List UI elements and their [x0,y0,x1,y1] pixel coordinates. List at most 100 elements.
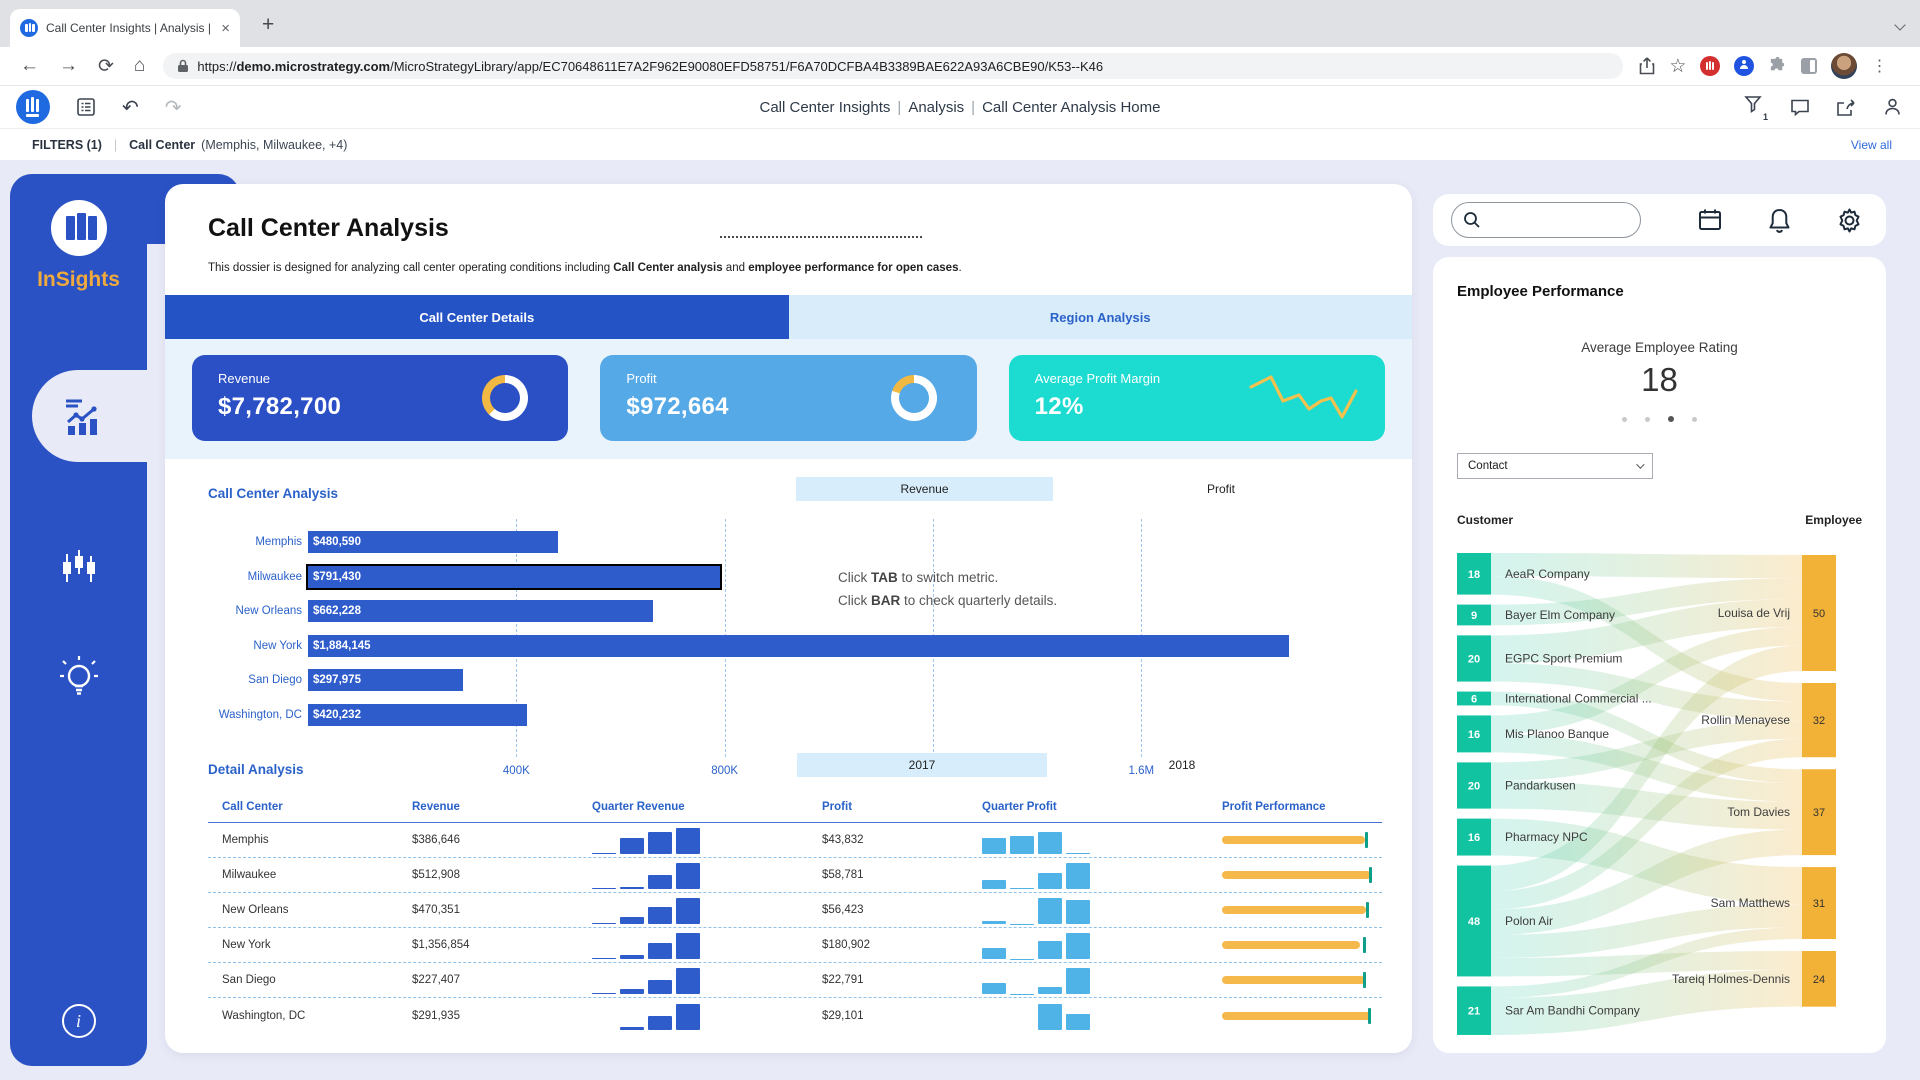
bar-memphis[interactable]: $480,590 [308,531,558,553]
bar-san-diego[interactable]: $297,975 [308,669,463,691]
profit-performance-bullet [1222,866,1372,884]
address-bar[interactable]: https://demo.microstrategy.com/MicroStra… [163,53,1623,79]
node-label: International Commercial ... [1505,692,1652,706]
sidebar-item-insights[interactable] [10,652,147,705]
filters-label[interactable]: FILTERS (1) [32,138,102,152]
filter-funnel-icon[interactable]: 1 [1744,95,1764,119]
node-label: AeaR Company [1505,567,1590,581]
node-label: Mis Planoo Banque [1505,727,1609,741]
quarter-mini-chart[interactable] [578,966,808,994]
tab-close-icon[interactable]: × [221,20,230,37]
share-page-icon[interactable] [1639,57,1655,75]
profit-performance-bullet [1222,901,1372,919]
new-tab-button[interactable]: + [262,13,274,37]
bar-washington-dc[interactable]: $420,232 [308,704,527,726]
library-logo-icon[interactable] [16,90,50,124]
attribute-dropdown[interactable]: Contact [1457,453,1653,479]
sankey-left-title: Customer [1457,513,1513,527]
redo-icon[interactable]: ↷ [165,95,182,120]
quarter-mini-chart[interactable] [968,931,1208,959]
quarter-mini-chart[interactable] [578,861,808,889]
insights-logo-icon[interactable] [51,200,107,256]
settings-gear-icon[interactable] [1836,207,1863,234]
extension-account-icon[interactable] [1734,56,1754,76]
table-row[interactable]: Milwaukee$512,908$58,781 [208,858,1382,893]
search-input[interactable] [1451,202,1641,238]
table-of-contents-icon[interactable] [76,97,96,117]
sidebar-item-info[interactable]: i [10,1004,147,1038]
comments-icon[interactable] [1790,98,1810,117]
dossier-card: Call Center Analysis This dossier is des… [165,184,1412,1053]
quarter-mini-chart[interactable] [578,931,808,959]
sidebar-item-analytics-active[interactable] [32,370,147,462]
table-row[interactable]: Washington, DC$291,935$29,101 [208,998,1382,1033]
column-header[interactable]: Profit Performance [1208,801,1373,813]
kpi-card-profit[interactable]: Profit $972,664 [600,355,976,441]
toolbar-actions: 1 [1744,95,1902,119]
cell-profit: $29,101 [808,1010,968,1022]
quarter-mini-chart[interactable] [968,1002,1208,1030]
calendar-icon[interactable] [1697,207,1723,233]
extensions-puzzle-icon[interactable] [1768,57,1787,76]
tab-search-chevron-icon[interactable] [1896,16,1906,26]
tab-call-center-details[interactable]: Call Center Details [165,295,789,339]
share-icon[interactable] [1836,98,1857,117]
bar-category-label: New York [210,635,302,657]
dossier-tabs: Call Center Details Region Analysis [165,295,1412,339]
column-header[interactable]: Revenue [398,801,578,813]
undo-icon[interactable]: ↶ [122,95,139,120]
browser-menu-icon[interactable]: ⋮ [1871,56,1887,76]
cell-revenue: $386,646 [398,834,578,846]
table-row[interactable]: New Orleans$470,351$56,423 [208,893,1382,928]
column-header[interactable]: Call Center [208,801,398,813]
back-icon[interactable]: ← [20,55,39,77]
quarter-mini-chart[interactable] [578,896,808,924]
bar-new-york[interactable]: $1,884,145 [308,635,1289,657]
table-row[interactable]: New York$1,356,854$180,902 [208,928,1382,963]
content-area: InSights i [0,160,1920,1080]
notifications-bell-icon[interactable] [1767,207,1792,234]
browser-tab[interactable]: Call Center Insights | Analysis | × [10,9,240,47]
column-header[interactable]: Quarter Profit [968,801,1208,813]
kpi-card-revenue[interactable]: Revenue $7,782,700 [192,355,568,441]
tab-region-analysis[interactable]: Region Analysis [789,295,1413,339]
bar-chart-plot: Click TAB to switch metric. Click BAR to… [308,525,1308,737]
pagination-dots[interactable] [1457,409,1862,427]
account-icon[interactable] [1883,97,1902,117]
quarter-mini-chart[interactable] [968,826,1208,854]
column-header[interactable]: Profit [808,801,968,813]
margin-sparkline-icon [1245,369,1363,427]
sankey-right-title: Employee [1805,513,1862,527]
table-header-row: Call CenterRevenueQuarter RevenueProfitQ… [208,801,1382,823]
home-icon[interactable]: ⌂ [134,55,145,77]
metric-tab-profit[interactable]: Profit [1171,477,1271,501]
bookmark-star-icon[interactable]: ☆ [1669,55,1686,78]
forward-icon[interactable]: → [59,55,78,77]
profit-performance-bullet [1222,971,1372,989]
bar-milwaukee[interactable]: $791,430 [308,566,720,588]
extension-microstrategy-icon[interactable] [1700,56,1720,76]
cell-call-center: San Diego [208,974,398,986]
quarter-mini-chart[interactable] [968,896,1208,924]
filter-name[interactable]: Call Center [129,138,195,152]
column-header[interactable]: Quarter Revenue [578,801,808,813]
side-panel-icon[interactable] [1801,58,1817,74]
quarter-mini-chart[interactable] [578,1002,808,1030]
sidebar-item-candlestick[interactable] [10,546,147,595]
sankey-diagram[interactable]: 18AeaR Company9Bayer Elm Company20EGPC S… [1457,539,1862,1044]
table-row[interactable]: San Diego$227,407$22,791 [208,963,1382,998]
quarter-mini-chart[interactable] [578,826,808,854]
year-tab-2018[interactable]: 2018 [1127,753,1237,777]
reload-icon[interactable]: ⟳ [98,55,114,78]
kpi-card-profit-margin[interactable]: Average Profit Margin 12% [1009,355,1385,441]
quarter-mini-chart[interactable] [968,966,1208,994]
table-row[interactable]: Memphis$386,646$43,832 [208,823,1382,858]
profit-performance-bullet [1222,831,1372,849]
bar-new-orleans[interactable]: $662,228 [308,600,653,622]
profile-avatar[interactable] [1831,53,1857,79]
view-all-link[interactable]: View all [1851,138,1892,152]
year-tab-2017[interactable]: 2017 [797,753,1047,777]
metric-tab-revenue[interactable]: Revenue [796,477,1053,501]
quarter-mini-chart[interactable] [968,861,1208,889]
cell-revenue: $512,908 [398,869,578,881]
